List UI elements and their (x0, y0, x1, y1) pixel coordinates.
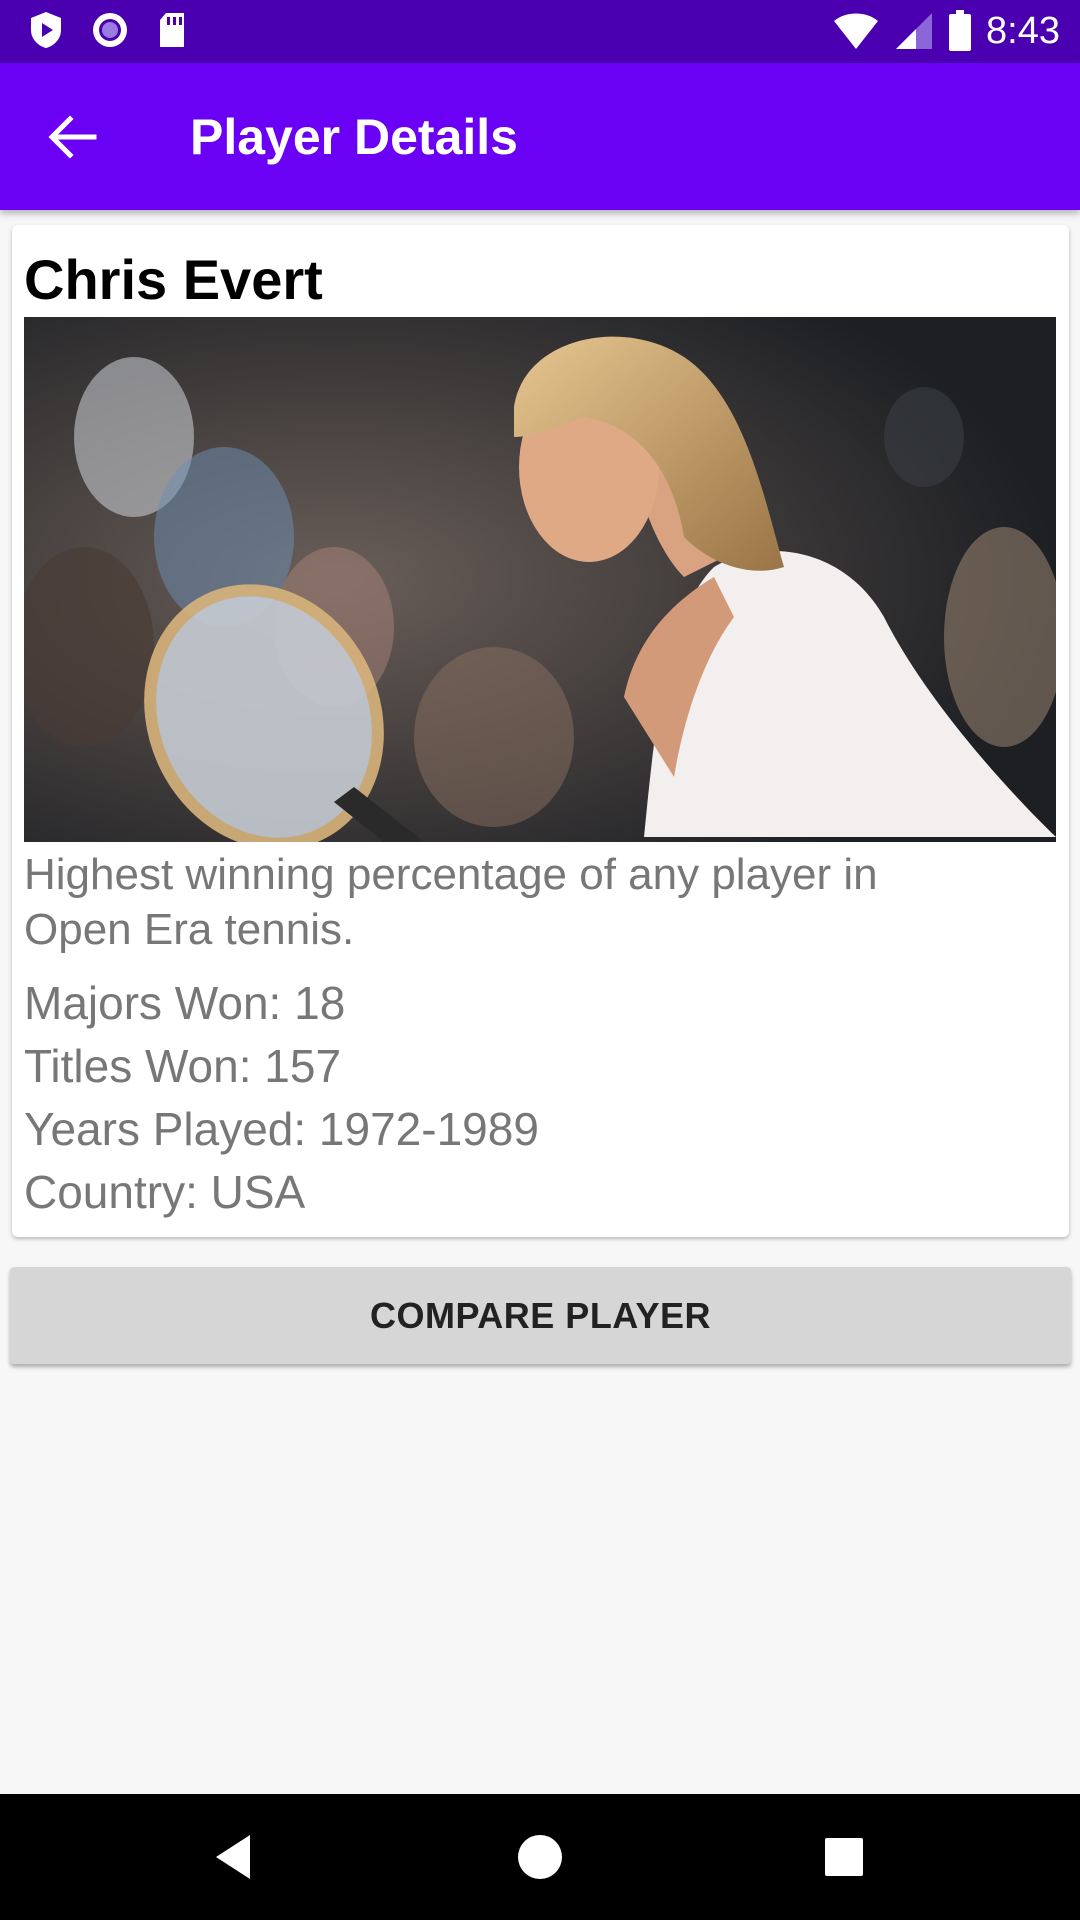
circle-notification-icon (93, 13, 127, 47)
player-description: Highest winning percentage of any player… (24, 850, 878, 954)
stat-country: Country: USA (24, 1166, 306, 1218)
player-name: Chris Evert (24, 248, 323, 311)
player-card: Chris Evert Highest winning percentage o… (12, 225, 1069, 1237)
compare-player-button[interactable]: COMPARE PLAYER (10, 1267, 1071, 1364)
stat-majors-won: Majors Won: 18 (24, 977, 346, 1029)
wifi-icon (834, 13, 879, 49)
battery-icon (949, 10, 972, 51)
back-triangle-icon (216, 1835, 250, 1879)
nav-back-button[interactable] (206, 1827, 266, 1887)
status-time: 8:43 (986, 10, 1060, 52)
arrow-back-icon (48, 115, 97, 159)
recents-square-icon (825, 1838, 863, 1876)
home-circle-icon (518, 1835, 562, 1879)
app-bar: Player Details (0, 63, 1080, 210)
stat-titles-won: Titles Won: 157 (24, 1040, 342, 1092)
play-protect-icon (31, 12, 61, 48)
nav-recents-button[interactable] (814, 1827, 874, 1887)
back-button[interactable] (44, 109, 100, 165)
status-bar: 8:43 (0, 0, 1080, 63)
player-photo (24, 317, 1056, 842)
sd-card-icon (160, 13, 184, 47)
signal-icon (896, 13, 933, 49)
navigation-bar (0, 1794, 1080, 1920)
stat-years-played: Years Played: 1972-1989 (24, 1103, 539, 1155)
page-title: Player Details (190, 109, 518, 165)
nav-home-button[interactable] (510, 1827, 570, 1887)
